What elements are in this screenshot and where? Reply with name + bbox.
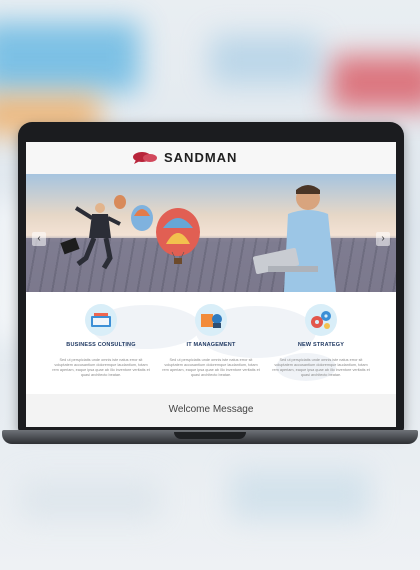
brand-name: SANDMAN <box>164 150 238 165</box>
consulting-icon <box>85 304 117 336</box>
feature-text: Sed ut perspiciatis unde omnis iste natu… <box>52 358 150 377</box>
blur-shape <box>330 55 420 110</box>
feature-text: Sed ut perspiciatis unde omnis iste natu… <box>272 358 370 377</box>
blur-shape <box>230 470 370 520</box>
features-section: BUSINESS CONSULTING Sed ut perspiciatis … <box>26 292 396 392</box>
it-management-icon <box>195 304 227 336</box>
speech-bubble-logo-icon <box>133 151 157 164</box>
blur-shape <box>0 22 140 92</box>
blur-shape <box>20 480 160 520</box>
site-logo[interactable]: SANDMAN <box>132 150 237 165</box>
laptop-screen: SANDMAN ‹ › BUSINESS CONSULTING Sed ut p… <box>26 142 396 427</box>
strategy-gears-icon <box>305 304 337 336</box>
feature-it-management[interactable]: IT MANAGEMENT Sed ut perspiciatis unde o… <box>156 304 266 378</box>
feature-title: BUSINESS CONSULTING <box>66 342 136 348</box>
laptop-notch <box>174 432 246 439</box>
welcome-heading: Welcome Message <box>168 404 254 415</box>
man-with-laptop-illustration <box>252 185 336 292</box>
feature-text: Sed ut perspiciatis unde omnis iste natu… <box>162 358 260 377</box>
feature-business-consulting[interactable]: BUSINESS CONSULTING Sed ut perspiciatis … <box>46 304 156 378</box>
jumping-businessman-illustration <box>60 203 121 270</box>
feature-new-strategy[interactable]: NEW STRATEGY Sed ut perspiciatis unde om… <box>266 304 376 378</box>
hero-slider[interactable]: ‹ › <box>26 174 396 292</box>
site-header: SANDMAN <box>26 142 396 175</box>
blur-shape <box>210 35 320 85</box>
slider-next-button[interactable]: › <box>376 232 390 246</box>
slider-prev-button[interactable]: ‹ <box>32 232 46 246</box>
welcome-section: Welcome Message <box>26 394 396 427</box>
feature-title: NEW STRATEGY <box>297 342 345 348</box>
feature-title: IT MANAGEMENT <box>186 342 236 348</box>
